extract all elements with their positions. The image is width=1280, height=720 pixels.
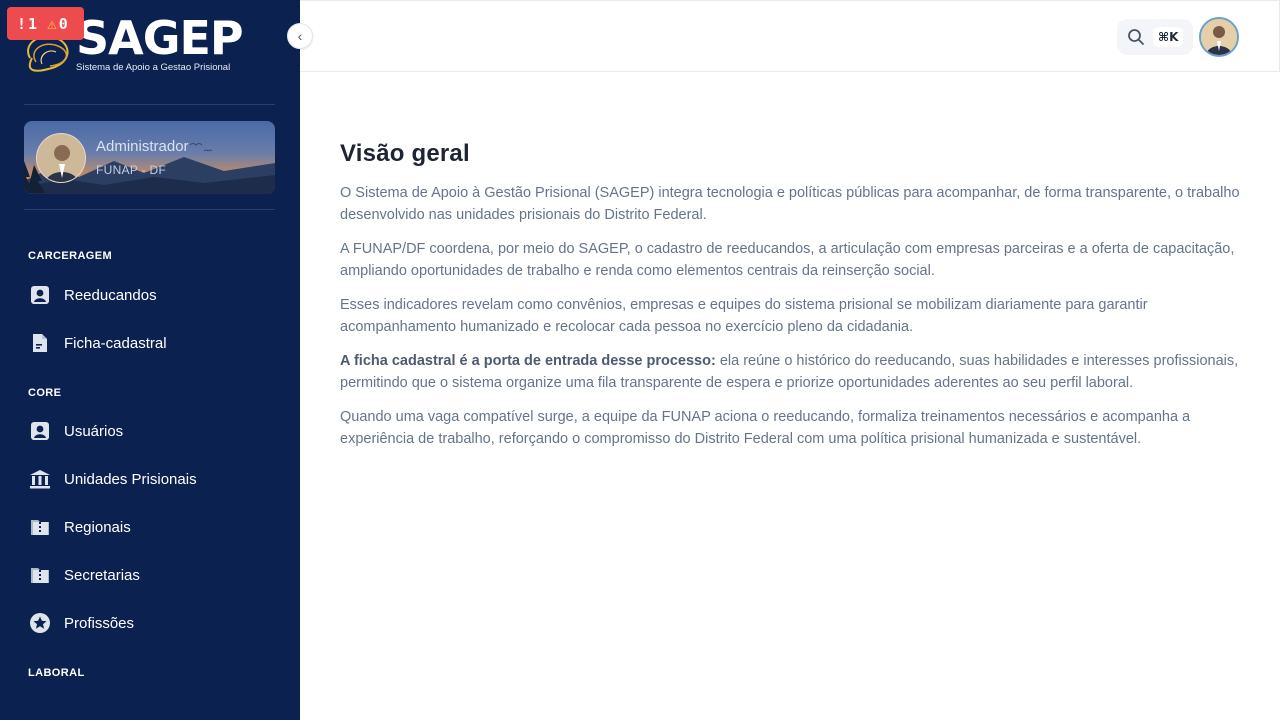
sidebar-item-label: Usuários — [64, 422, 124, 440]
user-icon — [28, 419, 52, 443]
star-badge-icon — [28, 611, 52, 635]
ficha-paragraph-lead: A ficha cadastral é a porta de entrada d… — [340, 353, 716, 369]
sidebar-item-regionais[interactable]: Regionais — [28, 509, 278, 545]
sidebar-item-profissoes[interactable]: Profissões — [28, 605, 278, 641]
sidebar-item-label: Ficha-cadastral — [64, 334, 167, 352]
sidebar: SAGEP Sistema de Apoio a Gestao Prisiona… — [0, 0, 300, 720]
profile-organization: FUNAP - DF — [96, 163, 167, 177]
divider — [24, 104, 275, 105]
warning-count: 0 — [58, 14, 68, 33]
bank-icon — [28, 467, 52, 491]
user-icon — [28, 283, 52, 307]
brand-name: SAGEP — [76, 11, 244, 65]
section-title-carceragem: CARCERAGEM — [28, 250, 113, 262]
intro-paragraph: O Sistema de Apoio à Gestão Prisional (S… — [340, 185, 1240, 223]
section-title-laboral: LABORAL — [28, 667, 85, 679]
divider — [24, 209, 275, 210]
sidebar-item-reeducandos[interactable]: Reeducandos — [28, 277, 278, 313]
sidebar-item-ficha-cadastral[interactable]: Ficha-cadastral — [28, 325, 278, 361]
avatar-person-icon — [37, 134, 85, 182]
section-title-core: CORE — [28, 387, 62, 399]
profile-card[interactable]: Administrador FUNAP - DF — [24, 121, 275, 194]
folder-zip-icon — [28, 563, 52, 587]
funap-paragraph: A FUNAP/DF coordena, por meio do SAGEP, … — [340, 241, 1235, 279]
page-title: Visão geral — [340, 140, 470, 167]
error-icon: ! — [17, 14, 27, 33]
avatar-person-icon — [1201, 19, 1237, 55]
keyboard-shortcut: ⌘K — [1153, 27, 1184, 47]
indicators-paragraph: Esses indicadores revelam como convênios… — [340, 297, 1148, 335]
search-button[interactable]: ⌘K — [1117, 19, 1193, 55]
file-icon — [28, 331, 52, 355]
sidebar-collapse-button[interactable]: ‹ — [287, 23, 313, 49]
folder-zip-icon — [28, 515, 52, 539]
user-avatar-button[interactable] — [1199, 17, 1239, 57]
profile-name: Administrador — [96, 138, 189, 155]
main-content: Visão geral O Sistema de Apoio à Gestão … — [340, 140, 1240, 462]
closing-paragraph: Quando uma vaga compatível surge, a equi… — [340, 409, 1191, 447]
warning-icon: ⚠ — [47, 14, 57, 33]
chevron-left-icon: ‹ — [297, 28, 303, 44]
top-header: ⌘K — [300, 0, 1280, 72]
sidebar-item-label: Profissões — [64, 614, 135, 632]
sidebar-item-label: Secretarias — [64, 566, 140, 584]
avatar — [36, 133, 86, 183]
error-count: 1 — [28, 14, 38, 33]
brand-subtitle: Sistema de Apoio a Gestao Prisional — [76, 62, 231, 73]
search-icon — [1128, 29, 1144, 45]
sidebar-item-secretarias[interactable]: Secretarias — [28, 557, 278, 593]
error-warning-badge[interactable]: ! 1 ⚠ 0 — [7, 7, 84, 40]
sidebar-item-label: Reeducandos — [64, 286, 157, 304]
sidebar-item-label: Regionais — [64, 518, 131, 536]
sidebar-item-usuarios[interactable]: Usuários — [28, 413, 278, 449]
sidebar-item-label: Unidades Prisionais — [64, 470, 197, 488]
ficha-paragraph: A ficha cadastral é a porta de entrada d… — [340, 350, 1240, 394]
sidebar-item-unidades-prisionais[interactable]: Unidades Prisionais — [28, 461, 278, 497]
